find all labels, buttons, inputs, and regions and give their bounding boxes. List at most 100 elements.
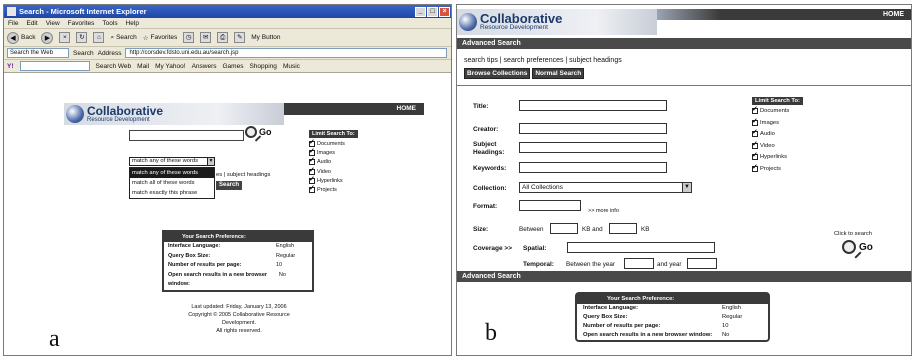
year-from-input[interactable] bbox=[624, 258, 654, 269]
partial-links[interactable]: es | subject headings bbox=[216, 172, 270, 178]
menu-favorites[interactable]: Favorites bbox=[68, 20, 95, 27]
checkbox[interactable] bbox=[752, 105, 758, 114]
site-logo[interactable]: Collaborative Resource Development bbox=[64, 103, 284, 125]
limit-item-hyperlinks[interactable]: Hyperlinks bbox=[309, 175, 358, 184]
globe-icon bbox=[66, 105, 84, 123]
keywords-input[interactable] bbox=[519, 162, 667, 173]
match-option-any[interactable]: match any of these words bbox=[130, 168, 214, 178]
size-max-input[interactable] bbox=[609, 223, 637, 234]
menu-tools[interactable]: Tools bbox=[102, 20, 117, 27]
checkbox[interactable] bbox=[309, 138, 315, 147]
link-mail[interactable]: Mail bbox=[137, 63, 149, 70]
preference-row: Number of results per page: 10 bbox=[577, 322, 768, 331]
minimize-button[interactable]: _ bbox=[415, 6, 426, 17]
checkbox[interactable] bbox=[309, 156, 315, 166]
subject-headings-input[interactable] bbox=[519, 142, 667, 153]
browser-toolbar: ◀ Back ▶ × ↻ ⌂ ⌕ Search ☆ Favorites ◷ ✉ ⎙ ✎… bbox=[4, 29, 451, 47]
menu-file[interactable]: File bbox=[8, 20, 18, 27]
link-answers[interactable]: Answers bbox=[192, 63, 217, 70]
partial-search-button[interactable]: Search bbox=[216, 181, 243, 190]
checkbox[interactable] bbox=[752, 163, 758, 172]
link-search-web[interactable]: Search Web bbox=[96, 63, 132, 70]
rights: All rights reserved. bbox=[216, 328, 262, 334]
home-icon[interactable]: ⌂ bbox=[93, 32, 105, 43]
link-shopping[interactable]: Shopping bbox=[249, 63, 276, 70]
checkbox[interactable] bbox=[752, 140, 758, 149]
browse-collections-button[interactable]: Browse Collections bbox=[464, 68, 531, 79]
search-input[interactable] bbox=[129, 130, 244, 141]
format-input[interactable] bbox=[519, 200, 581, 211]
chevron-down-icon[interactable]: ▼ bbox=[207, 158, 214, 165]
checkbox[interactable] bbox=[752, 128, 758, 138]
limit-item-video[interactable]: Video bbox=[309, 166, 358, 175]
menu-view[interactable]: View bbox=[46, 20, 60, 27]
search-icon: ⌕ bbox=[110, 33, 115, 41]
checkbox[interactable] bbox=[752, 151, 758, 161]
preference-value: English bbox=[276, 243, 295, 249]
normal-search-button[interactable]: Normal Search bbox=[532, 68, 585, 79]
year-to-input[interactable] bbox=[687, 258, 717, 269]
checkbox-label: Projects bbox=[760, 165, 781, 172]
forward-button[interactable]: ▶ bbox=[41, 31, 54, 44]
search-help-links[interactable]: search tips | search preferences | subje… bbox=[464, 57, 622, 64]
match-option-exact[interactable]: match exactly this phrase bbox=[130, 188, 214, 198]
link-my-yahoo[interactable]: My Yahoo! bbox=[155, 63, 185, 70]
back-label: Back bbox=[21, 34, 36, 41]
home-link[interactable]: HOME bbox=[284, 103, 424, 115]
checkbox[interactable] bbox=[309, 166, 315, 175]
checkbox[interactable] bbox=[309, 175, 315, 184]
checkbox[interactable] bbox=[752, 117, 758, 126]
yahoo-search-input[interactable] bbox=[19, 61, 90, 71]
stop-icon[interactable]: × bbox=[59, 32, 71, 43]
temporal-and-text: and year bbox=[657, 261, 682, 268]
preference-key: Open search results in a new browser win… bbox=[168, 271, 268, 288]
link-games[interactable]: Games bbox=[223, 63, 244, 70]
edit-icon[interactable]: ✎ bbox=[234, 32, 246, 43]
close-button[interactable]: × bbox=[439, 6, 450, 17]
site-logo[interactable]: Collaborative Resource Development bbox=[457, 9, 657, 35]
my-button[interactable]: My Button bbox=[251, 34, 280, 41]
history-icon[interactable]: ◷ bbox=[183, 32, 195, 43]
search-button[interactable]: ⌕ Search bbox=[110, 34, 136, 42]
home-link[interactable]: HOME bbox=[657, 9, 911, 20]
limit-item-hyperlinks[interactable]: Hyperlinks bbox=[752, 151, 803, 161]
match-option-all[interactable]: match all of these words bbox=[130, 178, 214, 188]
creator-input[interactable] bbox=[519, 123, 667, 134]
window-titlebar: Search - Microsoft Internet Explorer _ □… bbox=[4, 5, 451, 18]
go-button[interactable]: Go bbox=[245, 126, 272, 138]
limit-item-audio[interactable]: Audio bbox=[309, 156, 358, 166]
search-the-web-field[interactable]: Search the Web bbox=[7, 48, 69, 58]
size-min-input[interactable] bbox=[550, 223, 578, 234]
copyright: Copyright © 2005 Collaborative Resource … bbox=[188, 312, 290, 326]
maximize-button[interactable]: □ bbox=[427, 6, 438, 17]
favorites-button[interactable]: ☆ Favorites bbox=[143, 34, 178, 42]
collection-select[interactable]: All Collections ▼ bbox=[519, 182, 692, 193]
go-button[interactable]: Go bbox=[842, 240, 873, 254]
address-search-button[interactable]: Search bbox=[73, 50, 94, 57]
limit-item-projects[interactable]: Projects bbox=[752, 163, 803, 172]
favorites-label: Favorites bbox=[150, 34, 178, 41]
more-info-link[interactable]: >> more info bbox=[588, 207, 619, 215]
match-mode-select[interactable]: match any of these words ▼ bbox=[129, 157, 215, 166]
checkbox-label: Documents bbox=[760, 108, 790, 114]
chevron-down-icon[interactable]: ▼ bbox=[682, 183, 691, 192]
checkbox[interactable] bbox=[309, 184, 315, 193]
refresh-icon[interactable]: ↻ bbox=[76, 32, 88, 43]
title-input[interactable] bbox=[519, 100, 667, 111]
checkbox[interactable] bbox=[309, 147, 315, 157]
limit-item-documents[interactable]: Documents bbox=[309, 138, 358, 147]
limit-item-video[interactable]: Video bbox=[752, 140, 803, 149]
limit-item-projects[interactable]: Projects bbox=[309, 184, 358, 193]
limit-item-documents[interactable]: Documents bbox=[752, 105, 803, 114]
limit-item-images[interactable]: Images bbox=[752, 117, 803, 126]
menu-edit[interactable]: Edit bbox=[26, 20, 37, 27]
limit-item-audio[interactable]: Audio bbox=[752, 128, 803, 138]
back-button[interactable]: ◀ Back bbox=[7, 31, 36, 44]
mail-icon[interactable]: ✉ bbox=[200, 32, 212, 43]
spatial-input[interactable] bbox=[567, 242, 715, 253]
address-input[interactable]: http://corsdev.fdsto.uni.edu.au/search.j… bbox=[125, 48, 447, 58]
link-music[interactable]: Music bbox=[283, 63, 300, 70]
limit-item-images[interactable]: Images bbox=[309, 147, 358, 157]
print-icon[interactable]: ⎙ bbox=[217, 32, 229, 43]
menu-help[interactable]: Help bbox=[126, 20, 139, 27]
